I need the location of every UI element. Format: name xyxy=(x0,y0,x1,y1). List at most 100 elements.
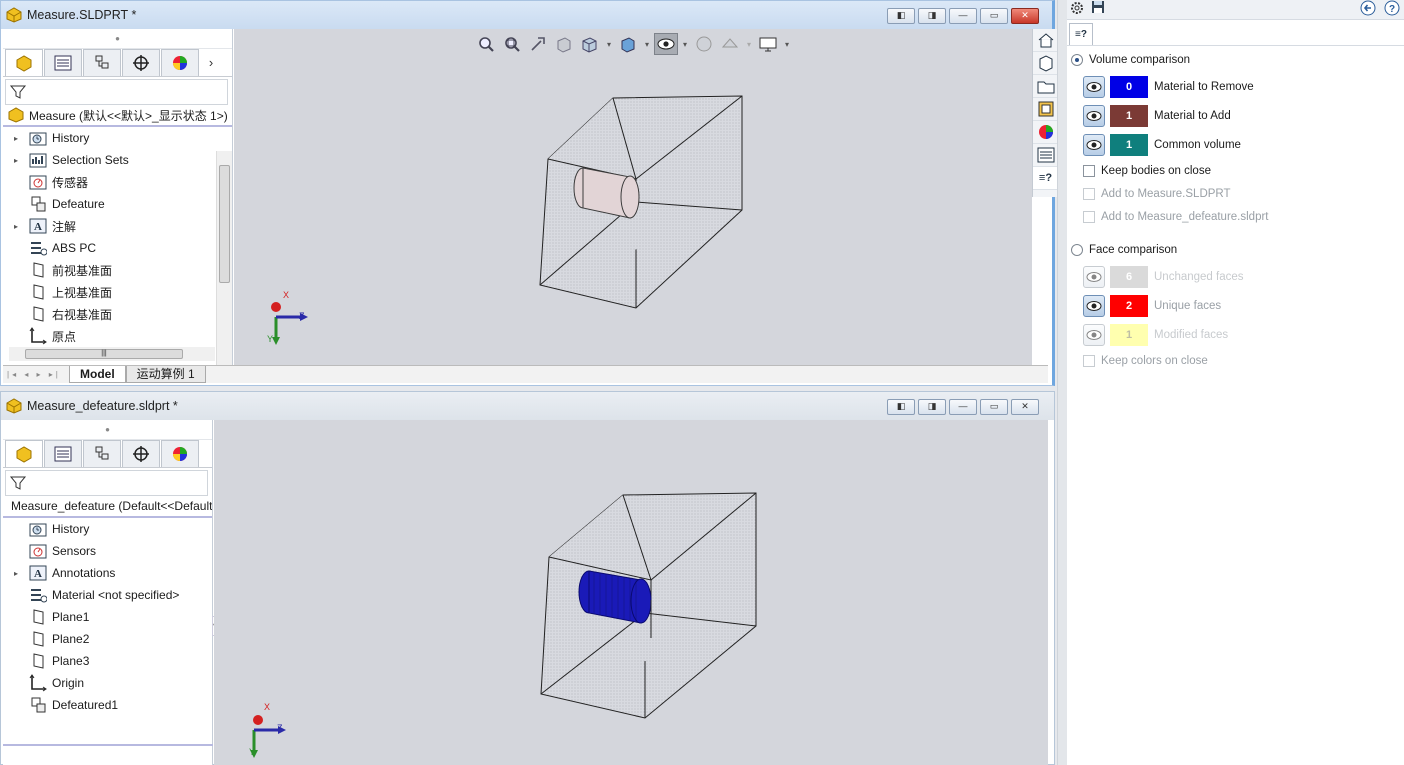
measure-defeature-window[interactable]: Measure_defeature.sldprt * ◧ ◨ — ▭ ✕ ● M… xyxy=(0,391,1055,765)
radio-button[interactable] xyxy=(1071,244,1083,256)
maximize-button[interactable]: ▭ xyxy=(980,8,1008,24)
color-swatch[interactable]: 1 xyxy=(1110,133,1148,156)
tile-right-button[interactable]: ◨ xyxy=(918,8,946,24)
tree-item[interactable]: 传感器 xyxy=(3,171,232,193)
expand-arrow-icon[interactable]: ▸ xyxy=(9,569,23,578)
expand-arrow-icon[interactable]: ▸ xyxy=(9,134,23,143)
design-library-icon[interactable] xyxy=(1033,52,1058,75)
tree-item[interactable]: ▸ A 注解 xyxy=(3,215,232,237)
featuremanager-tab[interactable] xyxy=(5,440,43,467)
propertymanager-tab[interactable] xyxy=(44,49,82,76)
checkbox[interactable] xyxy=(1083,210,1095,223)
checkbox[interactable] xyxy=(1083,164,1095,177)
expand-arrow-icon[interactable]: ▸ xyxy=(9,222,23,231)
tree-item[interactable]: Origin xyxy=(3,672,212,694)
scroll-thumb[interactable] xyxy=(219,165,230,283)
view-palette-icon[interactable] xyxy=(1033,98,1058,121)
tree-item[interactable]: Material <not specified> xyxy=(3,584,212,606)
maximize-button[interactable]: ▭ xyxy=(980,399,1008,415)
tree-item[interactable]: Plane2 xyxy=(3,628,212,650)
tree-filter[interactable] xyxy=(5,470,208,496)
radio-button[interactable] xyxy=(1071,54,1083,66)
featuremanager-tab[interactable] xyxy=(5,49,43,76)
checkbox[interactable] xyxy=(1083,354,1095,367)
color-swatch[interactable]: 0 xyxy=(1110,75,1148,98)
gear-icon[interactable] xyxy=(1069,0,1085,19)
pane-splitter[interactable] xyxy=(1057,0,1067,765)
tree-item[interactable]: Defeature xyxy=(3,193,232,215)
close-button[interactable]: ✕ xyxy=(1011,399,1039,415)
tree-item[interactable]: Sensors xyxy=(3,540,212,562)
checkbox[interactable] xyxy=(1083,187,1095,200)
tree-item[interactable]: 右视基准面 xyxy=(3,303,232,325)
close-button[interactable]: ✕ xyxy=(1011,8,1039,24)
color-swatch[interactable]: 2 xyxy=(1110,294,1148,317)
eye-icon[interactable] xyxy=(1083,294,1105,317)
measure-window-titlebar[interactable]: Measure.SLDPRT * ◧ ◨ — ▭ ✕ xyxy=(1,1,1052,29)
keep-colors-checkbox-row[interactable]: Keep colors on close xyxy=(1067,349,1404,372)
help-icon[interactable]: ? xyxy=(1384,0,1400,19)
scroll-thumb[interactable]: ||| xyxy=(25,349,183,359)
eye-icon[interactable] xyxy=(1083,133,1105,156)
panel-grip-icon[interactable]: ● xyxy=(3,29,232,49)
tree-horizontal-scrollbar[interactable]: ||| xyxy=(9,347,215,361)
tree-item[interactable]: 原点 xyxy=(3,325,232,347)
tree-item[interactable]: ▸ Selection Sets xyxy=(3,149,232,171)
dimxpert-tab[interactable] xyxy=(122,49,160,76)
tree-item[interactable]: ▸ A Annotations xyxy=(3,562,212,584)
dimxpert-tab[interactable] xyxy=(122,440,160,467)
tree-item[interactable]: Defeatured1 xyxy=(3,694,212,716)
tree-filter[interactable] xyxy=(5,79,228,105)
tree-root-item[interactable]: Measure (默认<<默认>_显示状态 1>) xyxy=(3,105,232,127)
option-checkbox-row[interactable]: Keep bodies on close xyxy=(1067,159,1404,182)
file-explorer-icon[interactable] xyxy=(1033,75,1058,98)
expand-arrow-icon[interactable]: ▸ xyxy=(9,156,23,165)
tree-root-item[interactable]: Measure_defeature (Default<<Default>_Dis… xyxy=(3,496,212,518)
tile-left-button[interactable]: ◧ xyxy=(887,8,915,24)
minimize-button[interactable]: — xyxy=(949,8,977,24)
configurationmanager-tab[interactable] xyxy=(83,49,121,76)
display-manager-tab[interactable] xyxy=(161,440,199,467)
propertymanager-tab[interactable] xyxy=(44,440,82,467)
color-swatch[interactable]: 6 xyxy=(1110,265,1148,288)
minimize-button[interactable]: — xyxy=(949,399,977,415)
back-arrow-icon[interactable] xyxy=(1360,0,1376,19)
save-icon[interactable] xyxy=(1091,0,1105,19)
graphics-area[interactable]: X Z Y xyxy=(214,420,1048,765)
tree-item[interactable]: Plane3 xyxy=(3,650,212,672)
home-icon[interactable] xyxy=(1033,29,1058,52)
eye-icon[interactable] xyxy=(1083,75,1105,98)
volume-comparison-radio[interactable]: Volume comparison xyxy=(1067,48,1404,72)
custom-properties-icon[interactable] xyxy=(1033,144,1058,167)
graphics-area[interactable]: ▾ ▾ ▾ ▾ ▾ X Z Y xyxy=(234,29,1032,365)
option-checkbox-row[interactable]: Add to Measure.SLDPRT xyxy=(1067,182,1404,205)
measure-defeature-titlebar[interactable]: Measure_defeature.sldprt * ◧ ◨ — ▭ ✕ xyxy=(1,392,1054,420)
color-swatch[interactable]: 1 xyxy=(1110,104,1148,127)
configurationmanager-tab[interactable] xyxy=(83,440,121,467)
tree-item[interactable]: Plane1 xyxy=(3,606,212,628)
color-swatch[interactable]: 1 xyxy=(1110,323,1148,346)
tree-item[interactable]: ABS PC xyxy=(3,237,232,259)
eye-icon[interactable] xyxy=(1083,323,1105,346)
panel-grip-icon[interactable]: ● xyxy=(3,420,212,440)
compare-tab[interactable]: ≡? xyxy=(1069,23,1093,45)
eye-icon[interactable] xyxy=(1083,104,1105,127)
appearances-icon[interactable] xyxy=(1033,121,1058,144)
tile-right-button[interactable]: ◨ xyxy=(918,399,946,415)
measure-window[interactable]: Measure.SLDPRT * ◧ ◨ — ▭ ✕ ● › Measure (… xyxy=(0,0,1058,386)
tile-left-button[interactable]: ◧ xyxy=(887,399,915,415)
tree-item[interactable]: 上视基准面 xyxy=(3,281,232,303)
tab-nav-buttons[interactable]: |◂ ◂ ▸ ▸| xyxy=(3,370,69,379)
option-checkbox-row[interactable]: Add to Measure_defeature.sldprt xyxy=(1067,205,1404,228)
tree-vertical-scrollbar[interactable] xyxy=(216,151,232,373)
face-comparison-radio[interactable]: Face comparison xyxy=(1067,238,1404,262)
tree-item[interactable]: ▸ History xyxy=(3,127,232,149)
tab-motion-study[interactable]: 运动算例 1 xyxy=(125,366,206,383)
display-manager-tab[interactable] xyxy=(161,49,199,76)
chevron-right-icon[interactable]: › xyxy=(200,49,222,76)
tab-model[interactable]: Model xyxy=(69,366,126,383)
compare-icon[interactable]: ≡? xyxy=(1033,167,1058,190)
tree-item[interactable]: History xyxy=(3,518,212,540)
eye-icon[interactable] xyxy=(1083,265,1105,288)
tree-item[interactable]: 前视基准面 xyxy=(3,259,232,281)
